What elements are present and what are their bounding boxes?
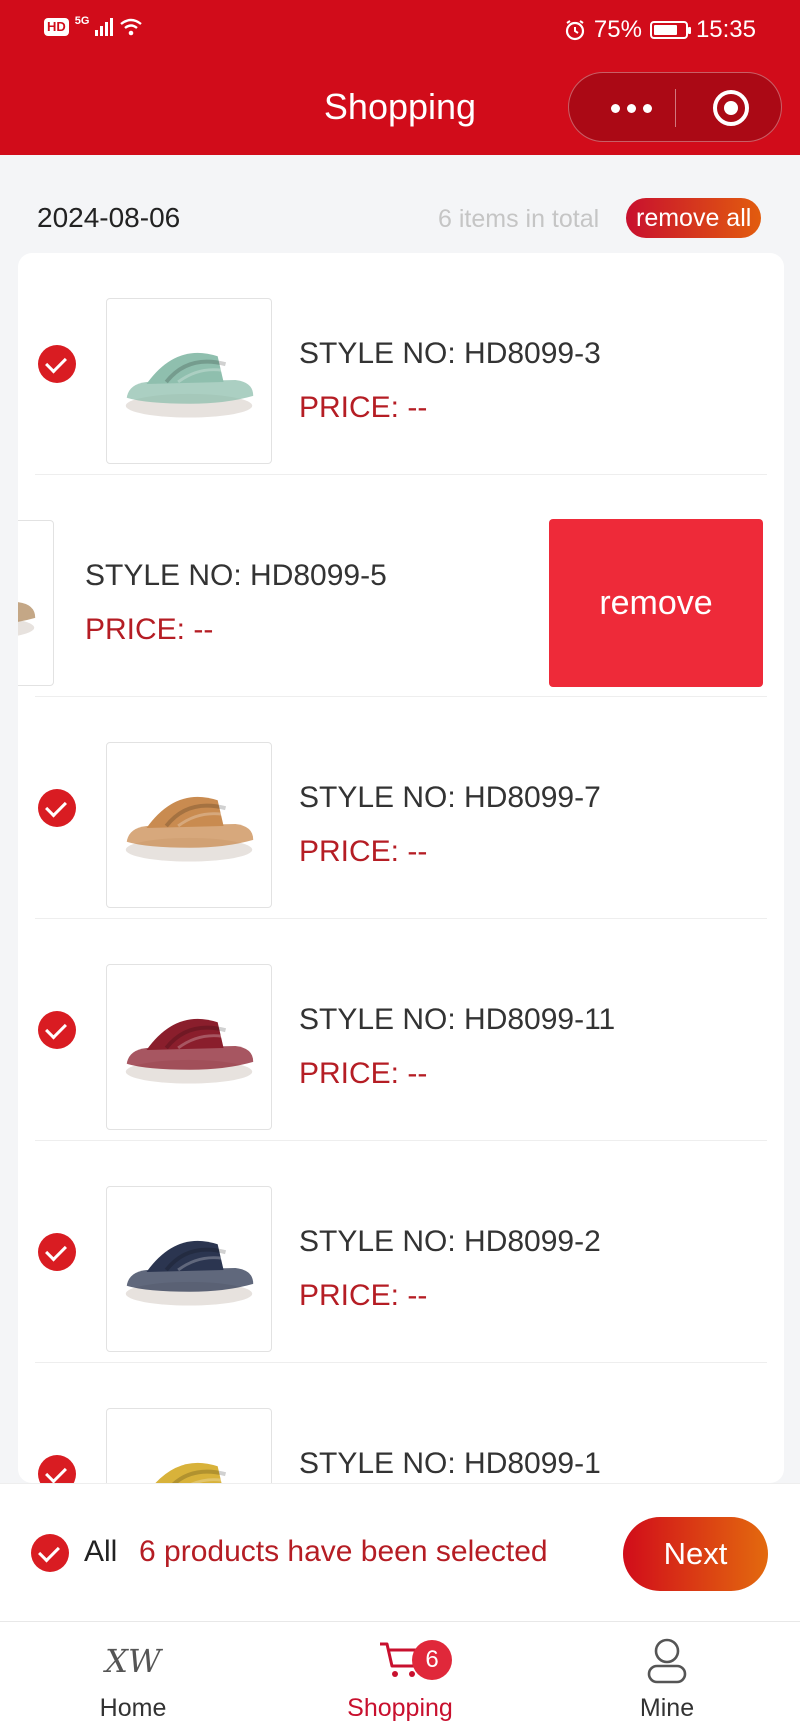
cart-item[interactable]: STYLE NO: HD8099-2 PRICE: -- <box>18 1141 784 1363</box>
item-checkbox[interactable] <box>38 1011 76 1049</box>
cart-item[interactable]: STYLE NO: HD8099-3 PRICE: -- <box>18 253 784 475</box>
style-number: STYLE NO: HD8099-11 <box>299 1003 616 1036</box>
sandal-image-icon <box>125 1240 254 1306</box>
row-divider <box>35 696 767 697</box>
style-number: STYLE NO: HD8099-2 <box>299 1225 601 1258</box>
sandal-image-icon <box>125 1018 254 1084</box>
tab-home[interactable]: XW Home <box>53 1622 213 1734</box>
selection-bar: All 6 products have been selected Next <box>0 1483 800 1622</box>
product-image[interactable] <box>106 1408 272 1483</box>
network-type: 5G <box>74 15 90 27</box>
style-number: STYLE NO: HD8099-3 <box>299 337 601 370</box>
wifi-icon <box>120 18 143 36</box>
select-all-checkbox[interactable] <box>31 1534 69 1572</box>
tab-shopping-label: Shopping <box>347 1694 453 1722</box>
row-divider <box>35 918 767 919</box>
cart-item[interactable]: STYLE NO: HD8099-7 PRICE: -- <box>18 697 784 919</box>
sandal-image-icon <box>155 1462 232 1483</box>
capsule-divider <box>675 89 676 127</box>
tab-home-label: Home <box>99 1694 167 1722</box>
user-icon <box>647 1638 687 1684</box>
selected-count-text: 6 products have been selected <box>139 1535 548 1568</box>
more-menu-button[interactable] <box>599 93 663 123</box>
hd-icon: HD <box>44 18 69 36</box>
remove-all-button[interactable]: remove all <box>626 198 762 238</box>
alarm-icon <box>565 20 584 41</box>
item-checkbox[interactable] <box>38 1455 76 1483</box>
item-checkbox[interactable] <box>38 1233 76 1271</box>
battery-percent: 75% <box>593 16 642 43</box>
close-target-icon[interactable] <box>711 88 751 128</box>
style-number: STYLE NO: HD8099-1 <box>299 1447 601 1480</box>
tab-shopping[interactable]: 6 Shopping <box>320 1622 480 1734</box>
row-divider <box>35 474 767 475</box>
sandal-image-icon <box>125 352 254 418</box>
cart-item[interactable]: STYLE NO: HD8099-11 PRICE: -- <box>18 919 784 1141</box>
item-checkbox[interactable] <box>38 789 76 827</box>
style-number: STYLE NO: HD8099-7 <box>299 781 601 814</box>
status-bar: HD 5G 75% 15:35 <box>0 12 800 52</box>
item-price: PRICE: -- <box>299 391 428 424</box>
cart-badge: 6 <box>412 1640 452 1680</box>
clock: 15:35 <box>695 16 756 43</box>
signal-icon <box>95 18 114 36</box>
item-price: PRICE: -- <box>299 835 428 868</box>
select-all-label[interactable]: All <box>84 1535 117 1569</box>
svg-text:XW: XW <box>102 1642 164 1680</box>
tab-bar: XW Home 6 Shopping Mine <box>0 1621 800 1734</box>
items-total: 6 items in total <box>438 205 600 233</box>
item-price: PRICE: -- <box>85 613 214 646</box>
product-image[interactable] <box>18 520 54 686</box>
product-image[interactable] <box>106 742 272 908</box>
swipe-remove-button[interactable]: remove <box>549 519 763 687</box>
product-image[interactable] <box>106 964 272 1130</box>
sandal-image-icon <box>18 602 36 636</box>
cart-item[interactable]: STYLE NO: HD8099-1 <box>18 1363 784 1483</box>
mini-program-capsule <box>568 72 782 142</box>
tab-mine[interactable]: Mine <box>587 1622 747 1734</box>
row-divider <box>35 1362 767 1363</box>
cart-date: 2024-08-06 <box>37 202 181 233</box>
more-dots-icon <box>610 103 620 113</box>
item-price: PRICE: -- <box>299 1057 428 1090</box>
cart-list: STYLE NO: HD8099-1 STYLE NO: HD8099-2 PRIC… <box>18 253 784 1483</box>
tab-mine-label: Mine <box>639 1694 695 1722</box>
product-image[interactable] <box>106 298 272 464</box>
item-checkbox[interactable] <box>38 345 76 383</box>
next-button[interactable]: Next <box>623 1517 768 1591</box>
home-logo-icon: XW <box>102 1642 164 1680</box>
battery-icon <box>649 21 691 39</box>
style-number: STYLE NO: HD8099-5 <box>85 559 387 592</box>
item-price: PRICE: -- <box>299 1279 428 1312</box>
app-header: HD 5G 75% 15:35 Shopping <box>0 0 800 155</box>
row-divider <box>35 1140 767 1141</box>
product-image[interactable] <box>106 1186 272 1352</box>
sandal-image-icon <box>125 796 254 862</box>
